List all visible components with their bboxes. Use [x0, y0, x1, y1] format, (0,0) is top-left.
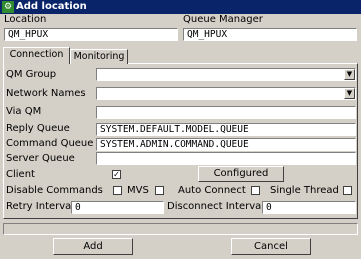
chevron-down-icon[interactable]: ▼: [344, 69, 355, 80]
configured-button[interactable]: Configured: [198, 166, 284, 182]
location-field[interactable]: QM_HPUX: [4, 28, 178, 41]
auto-connect-label: Auto Connect: [178, 185, 246, 196]
qm-group-select[interactable]: ▼: [96, 68, 356, 81]
server-queue-field[interactable]: [96, 152, 356, 165]
command-queue-label: Command Queue: [6, 138, 94, 149]
network-names-select[interactable]: ▼: [96, 87, 356, 100]
queue-manager-label: Queue Manager: [183, 14, 263, 25]
reply-queue-label: Reply Queue: [6, 123, 70, 134]
window-title: Add location: [16, 1, 87, 12]
disconnect-interval-field[interactable]: 0: [262, 201, 356, 214]
cancel-button[interactable]: Cancel: [231, 238, 311, 255]
single-thread-label: Single Thread: [270, 185, 339, 196]
mvs-label: MVS: [127, 185, 149, 196]
chevron-down-icon[interactable]: ▼: [344, 88, 355, 99]
via-qm-field[interactable]: [96, 106, 356, 119]
server-queue-label: Server Queue: [6, 153, 75, 164]
client-label: Client: [6, 169, 35, 180]
network-names-label: Network Names: [6, 88, 86, 99]
reply-queue-field[interactable]: SYSTEM.DEFAULT.MODEL.QUEUE: [96, 123, 356, 136]
tab-connection[interactable]: Connection: [3, 47, 70, 64]
add-button[interactable]: Add: [53, 238, 133, 255]
single-thread-checkbox[interactable]: [343, 186, 352, 195]
disconnect-interval-label: Disconnect Interval: [167, 201, 265, 212]
disable-commands-label: Disable Commands: [6, 185, 103, 196]
qm-group-label: QM Group: [6, 69, 57, 80]
command-queue-field[interactable]: SYSTEM.ADMIN.COMMAND.QUEUE: [96, 138, 356, 151]
status-bar: [3, 223, 358, 235]
client-checkbox[interactable]: ✓: [112, 170, 121, 179]
location-label: Location: [4, 14, 47, 25]
tab-monitoring[interactable]: Monitoring: [70, 49, 128, 64]
via-qm-label: Via QM: [6, 106, 42, 117]
retry-interval-label: Retry Interval: [6, 201, 75, 212]
disable-commands-checkbox[interactable]: [113, 186, 122, 195]
queue-manager-field[interactable]: QM_HPUX: [183, 28, 357, 41]
mvs-checkbox[interactable]: [155, 186, 164, 195]
title-bar[interactable]: ⚙ Add location: [0, 0, 361, 14]
retry-interval-field[interactable]: 0: [71, 201, 164, 214]
check-mark-icon: ✓: [113, 170, 120, 179]
app-icon: ⚙: [2, 1, 14, 13]
auto-connect-checkbox[interactable]: [251, 186, 260, 195]
